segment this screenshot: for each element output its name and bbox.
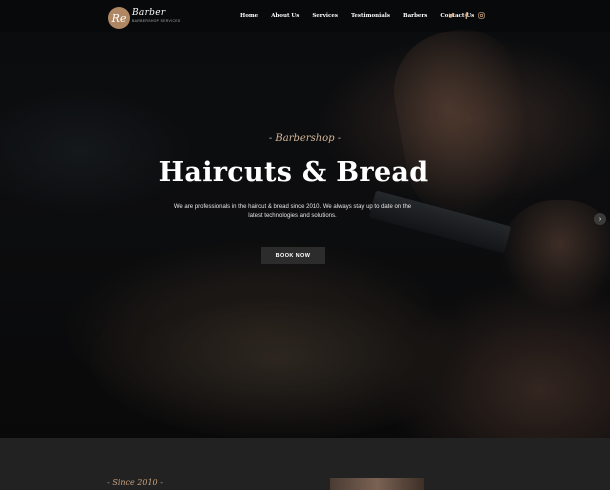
- hero-title: Haircuts & Bread: [158, 157, 429, 188]
- social-links: [448, 12, 485, 21]
- twitter-icon[interactable]: [448, 12, 455, 21]
- instagram-icon[interactable]: [478, 12, 485, 21]
- header: Re Barber BARBERSHOP SERVICES Home About…: [0, 0, 610, 32]
- nav-home[interactable]: Home: [240, 13, 258, 19]
- brand-tagline: BARBERSHOP SERVICES: [132, 19, 181, 23]
- hero-kicker: - Barbershop -: [268, 133, 342, 144]
- facebook-icon[interactable]: [463, 12, 470, 21]
- logo-badge[interactable]: Re: [108, 7, 130, 29]
- nav-about-us[interactable]: About Us: [271, 13, 299, 19]
- since-kicker: - Since 2010 -: [107, 478, 163, 487]
- logo-text: Re: [111, 11, 127, 25]
- brand-name[interactable]: Barber: [132, 8, 165, 18]
- next-slide-arrow-icon[interactable]: ›: [594, 213, 606, 225]
- nav-barbers[interactable]: Barbers: [403, 13, 427, 19]
- about-image: [330, 478, 424, 490]
- nav-services[interactable]: Services: [312, 13, 338, 19]
- nav-testimonials[interactable]: Testimonials: [351, 13, 390, 19]
- book-now-button[interactable]: BOOK NOW: [261, 247, 325, 264]
- hero-description: We are professionals in the haircut & br…: [173, 204, 412, 219]
